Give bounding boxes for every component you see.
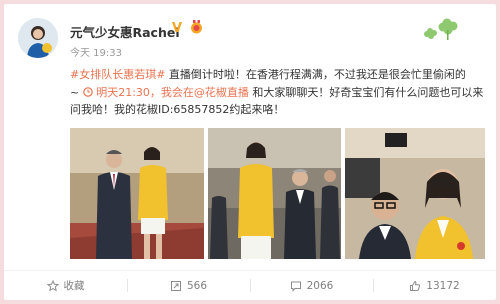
action-bar: 收藏 566 2066 13172: [4, 271, 496, 300]
hashtag-link[interactable]: #女排队长惠若琪#: [70, 68, 165, 81]
comment-button[interactable]: 2066: [250, 271, 373, 300]
post-timestamp[interactable]: 今天 19:33: [70, 44, 122, 59]
like-button[interactable]: 13172: [373, 271, 496, 300]
verified-badge-icon: V: [172, 21, 183, 36]
clock-icon: [82, 86, 97, 99]
comment-icon: [290, 281, 301, 292]
huajiao-mention-link[interactable]: 明天21:30，我会在@花椒直播: [96, 86, 249, 99]
photo-2[interactable]: [208, 128, 341, 259]
photo-1[interactable]: [70, 128, 204, 259]
avatar[interactable]: [18, 18, 58, 58]
photo-grid: [70, 128, 485, 259]
thumbs-up-icon: [410, 280, 421, 291]
clover-decoration-icon: [424, 18, 458, 40]
star-icon: [46, 279, 59, 291]
post-text-line1: 直播倒计时啦！在香港行程满满，不过我还是很会忙里偷闲的: [165, 68, 466, 81]
like-count: 13172: [426, 279, 460, 292]
repost-icon: [170, 280, 181, 291]
repost-count: 566: [186, 279, 208, 292]
weibo-post-card: 元气少女惠Rachel V 今天 19:33 #女排队长惠若琪# 直播倒计时啦！…: [4, 4, 496, 300]
repost-button[interactable]: 566: [127, 271, 250, 300]
post-text-prefix: ~: [70, 85, 80, 99]
comment-count: 2066: [306, 279, 334, 292]
favorite-button[interactable]: 收藏: [4, 271, 127, 300]
favorite-label: 收藏: [63, 280, 85, 292]
author-name[interactable]: 元气少女惠Rachel: [70, 22, 180, 41]
medal-icon: [191, 20, 202, 34]
post-text: #女排队长惠若琪# 直播倒计时啦！在香港行程满满，不过我还是很会忙里偷闲的 ~ …: [70, 66, 488, 119]
photo-3[interactable]: [345, 128, 485, 259]
